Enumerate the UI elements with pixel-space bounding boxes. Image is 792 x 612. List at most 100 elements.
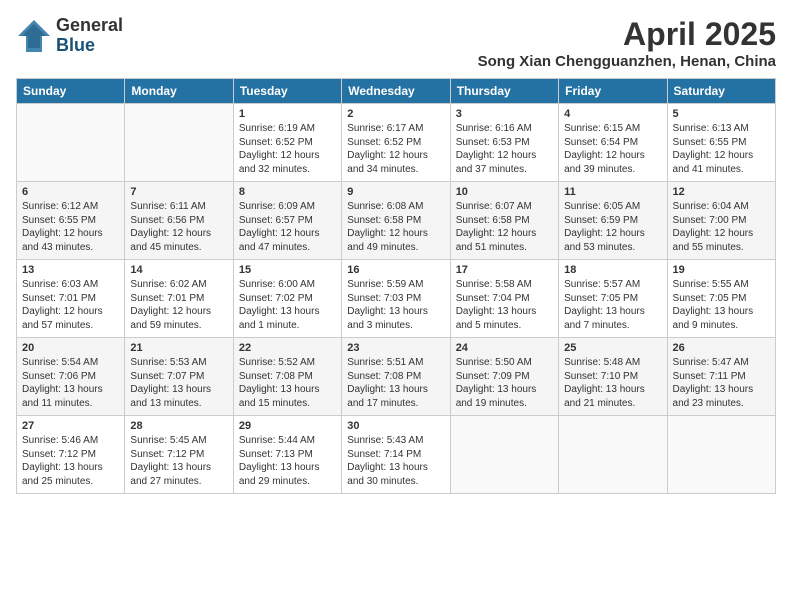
calendar-cell: 2 Sunrise: 6:17 AMSunset: 6:52 PMDaylight… — [342, 104, 450, 182]
calendar-cell: 15 Sunrise: 6:00 AMSunset: 7:02 PMDayligh… — [233, 260, 341, 338]
calendar-cell: 4Sunrise: 6:15 AMSunset: 6:54 PMDaylight… — [559, 104, 667, 182]
day-info: Sunrise: 6:00 AMSunset: 7:02 PMDaylight:… — [239, 278, 336, 332]
calendar-cell: 21 Sunrise: 5:53 AMSunset: 7:07 PMDayligh… — [125, 338, 233, 416]
logo-blue-text: Blue — [56, 36, 123, 56]
day-number: 22 — [239, 342, 336, 354]
day-info: Sunrise: 5:52 AMSunset: 7:08 PMDaylight:… — [239, 356, 336, 410]
calendar-cell: 1 Sunrise: 6:19 AMSunset: 6:52 PMDaylight… — [233, 104, 341, 182]
day-info: Sunrise: 5:46 AMSunset: 7:12 PMDaylight:… — [22, 434, 119, 488]
day-info: Sunrise: 6:07 AMSunset: 6:58 PMDaylight:… — [456, 200, 553, 254]
calendar-cell: 6Sunrise: 6:12 AMSunset: 6:55 PMDaylight… — [17, 182, 125, 260]
day-number: 16 — [347, 264, 444, 276]
calendar-cell: 19 Sunrise: 5:55 AMSunset: 7:05 PMDayligh… — [667, 260, 775, 338]
calendar-cell: 8 Sunrise: 6:09 AMSunset: 6:57 PMDaylight… — [233, 182, 341, 260]
day-info: Sunrise: 6:12 AMSunset: 6:55 PMDaylight:… — [22, 200, 119, 254]
day-info: Sunrise: 5:47 AMSunset: 7:11 PMDaylight:… — [673, 356, 770, 410]
calendar-cell: 23 Sunrise: 5:51 AMSunset: 7:08 PMDayligh… — [342, 338, 450, 416]
day-info: Sunrise: 5:57 AMSunset: 7:05 PMDaylight:… — [564, 278, 661, 332]
day-info: Sunrise: 6:19 AMSunset: 6:52 PMDaylight:… — [239, 122, 336, 176]
day-number: 5 — [673, 108, 770, 120]
calendar-cell — [667, 416, 775, 494]
day-info: Sunrise: 6:11 AMSunset: 6:56 PMDaylight:… — [130, 200, 227, 254]
calendar-cell — [559, 416, 667, 494]
day-info: Sunrise: 5:55 AMSunset: 7:05 PMDaylight:… — [673, 278, 770, 332]
header-tuesday: Tuesday — [233, 79, 341, 104]
day-info: Sunrise: 5:50 AMSunset: 7:09 PMDaylight:… — [456, 356, 553, 410]
header-monday: Monday — [125, 79, 233, 104]
calendar-cell — [17, 104, 125, 182]
day-number: 24 — [456, 342, 553, 354]
header-wednesday: Wednesday — [342, 79, 450, 104]
calendar-week-row: 13Sunrise: 6:03 AMSunset: 7:01 PMDayligh… — [17, 260, 776, 338]
calendar-cell: 26 Sunrise: 5:47 AMSunset: 7:11 PMDayligh… — [667, 338, 775, 416]
day-number: 21 — [130, 342, 227, 354]
day-number: 23 — [347, 342, 444, 354]
calendar-cell: 17 Sunrise: 5:58 AMSunset: 7:04 PMDayligh… — [450, 260, 558, 338]
calendar-cell: 30 Sunrise: 5:43 AMSunset: 7:14 PMDayligh… — [342, 416, 450, 494]
calendar-cell: 14 Sunrise: 6:02 AMSunset: 7:01 PMDayligh… — [125, 260, 233, 338]
day-number: 14 — [130, 264, 227, 276]
calendar-cell: 25Sunrise: 5:48 AMSunset: 7:10 PMDayligh… — [559, 338, 667, 416]
logo: General Blue — [16, 16, 123, 56]
calendar-cell — [125, 104, 233, 182]
day-number: 3 — [456, 108, 553, 120]
day-number: 18 — [564, 264, 661, 276]
day-number: 2 — [347, 108, 444, 120]
logo-general-text: General — [56, 16, 123, 36]
calendar-cell: 28 Sunrise: 5:45 AMSunset: 7:12 PMDayligh… — [125, 416, 233, 494]
calendar-cell: 13Sunrise: 6:03 AMSunset: 7:01 PMDayligh… — [17, 260, 125, 338]
calendar-week-row: 1 Sunrise: 6:19 AMSunset: 6:52 PMDaylight… — [17, 104, 776, 182]
calendar-cell: 10Sunrise: 6:07 AMSunset: 6:58 PMDayligh… — [450, 182, 558, 260]
day-info: Sunrise: 5:51 AMSunset: 7:08 PMDaylight:… — [347, 356, 444, 410]
calendar-cell: 5Sunrise: 6:13 AMSunset: 6:55 PMDaylight… — [667, 104, 775, 182]
day-number: 19 — [673, 264, 770, 276]
day-number: 30 — [347, 420, 444, 432]
day-number: 8 — [239, 186, 336, 198]
day-number: 20 — [22, 342, 119, 354]
logo-icon — [16, 18, 52, 54]
calendar-cell: 24 Sunrise: 5:50 AMSunset: 7:09 PMDayligh… — [450, 338, 558, 416]
calendar-cell: 7 Sunrise: 6:11 AMSunset: 6:56 PMDaylight… — [125, 182, 233, 260]
calendar-cell: 16 Sunrise: 5:59 AMSunset: 7:03 PMDayligh… — [342, 260, 450, 338]
header-sunday: Sunday — [17, 79, 125, 104]
day-number: 9 — [347, 186, 444, 198]
calendar-cell: 27 Sunrise: 5:46 AMSunset: 7:12 PMDayligh… — [17, 416, 125, 494]
day-info: Sunrise: 5:54 AMSunset: 7:06 PMDaylight:… — [22, 356, 119, 410]
header-friday: Friday — [559, 79, 667, 104]
day-info: Sunrise: 5:59 AMSunset: 7:03 PMDaylight:… — [347, 278, 444, 332]
calendar-cell: 18 Sunrise: 5:57 AMSunset: 7:05 PMDayligh… — [559, 260, 667, 338]
day-info: Sunrise: 6:09 AMSunset: 6:57 PMDaylight:… — [239, 200, 336, 254]
logo-text: General Blue — [56, 16, 123, 56]
day-number: 26 — [673, 342, 770, 354]
day-info: Sunrise: 6:17 AMSunset: 6:52 PMDaylight:… — [347, 122, 444, 176]
page-header: General Blue April 2025 Song Xian Chengg… — [16, 16, 776, 70]
day-number: 28 — [130, 420, 227, 432]
day-number: 25 — [564, 342, 661, 354]
calendar-cell: 3Sunrise: 6:16 AMSunset: 6:53 PMDaylight… — [450, 104, 558, 182]
day-number: 17 — [456, 264, 553, 276]
calendar-cell: 29Sunrise: 5:44 AMSunset: 7:13 PMDayligh… — [233, 416, 341, 494]
day-info: Sunrise: 5:44 AMSunset: 7:13 PMDaylight:… — [239, 434, 336, 488]
day-info: Sunrise: 5:58 AMSunset: 7:04 PMDaylight:… — [456, 278, 553, 332]
calendar-table: SundayMondayTuesdayWednesdayThursdayFrid… — [16, 78, 776, 494]
calendar-cell: 9 Sunrise: 6:08 AMSunset: 6:58 PMDaylight… — [342, 182, 450, 260]
day-info: Sunrise: 6:04 AMSunset: 7:00 PMDaylight:… — [673, 200, 770, 254]
day-info: Sunrise: 6:02 AMSunset: 7:01 PMDaylight:… — [130, 278, 227, 332]
day-number: 13 — [22, 264, 119, 276]
day-number: 12 — [673, 186, 770, 198]
day-info: Sunrise: 5:43 AMSunset: 7:14 PMDaylight:… — [347, 434, 444, 488]
calendar-cell — [450, 416, 558, 494]
calendar-cell: 11 Sunrise: 6:05 AMSunset: 6:59 PMDayligh… — [559, 182, 667, 260]
day-number: 27 — [22, 420, 119, 432]
day-info: Sunrise: 5:45 AMSunset: 7:12 PMDaylight:… — [130, 434, 227, 488]
day-info: Sunrise: 5:53 AMSunset: 7:07 PMDaylight:… — [130, 356, 227, 410]
header-thursday: Thursday — [450, 79, 558, 104]
day-number: 11 — [564, 186, 661, 198]
day-number: 7 — [130, 186, 227, 198]
location-title: Song Xian Chengguanzhen, Henan, China — [478, 53, 776, 70]
day-number: 1 — [239, 108, 336, 120]
day-info: Sunrise: 6:08 AMSunset: 6:58 PMDaylight:… — [347, 200, 444, 254]
day-number: 15 — [239, 264, 336, 276]
day-info: Sunrise: 6:05 AMSunset: 6:59 PMDaylight:… — [564, 200, 661, 254]
day-number: 4 — [564, 108, 661, 120]
